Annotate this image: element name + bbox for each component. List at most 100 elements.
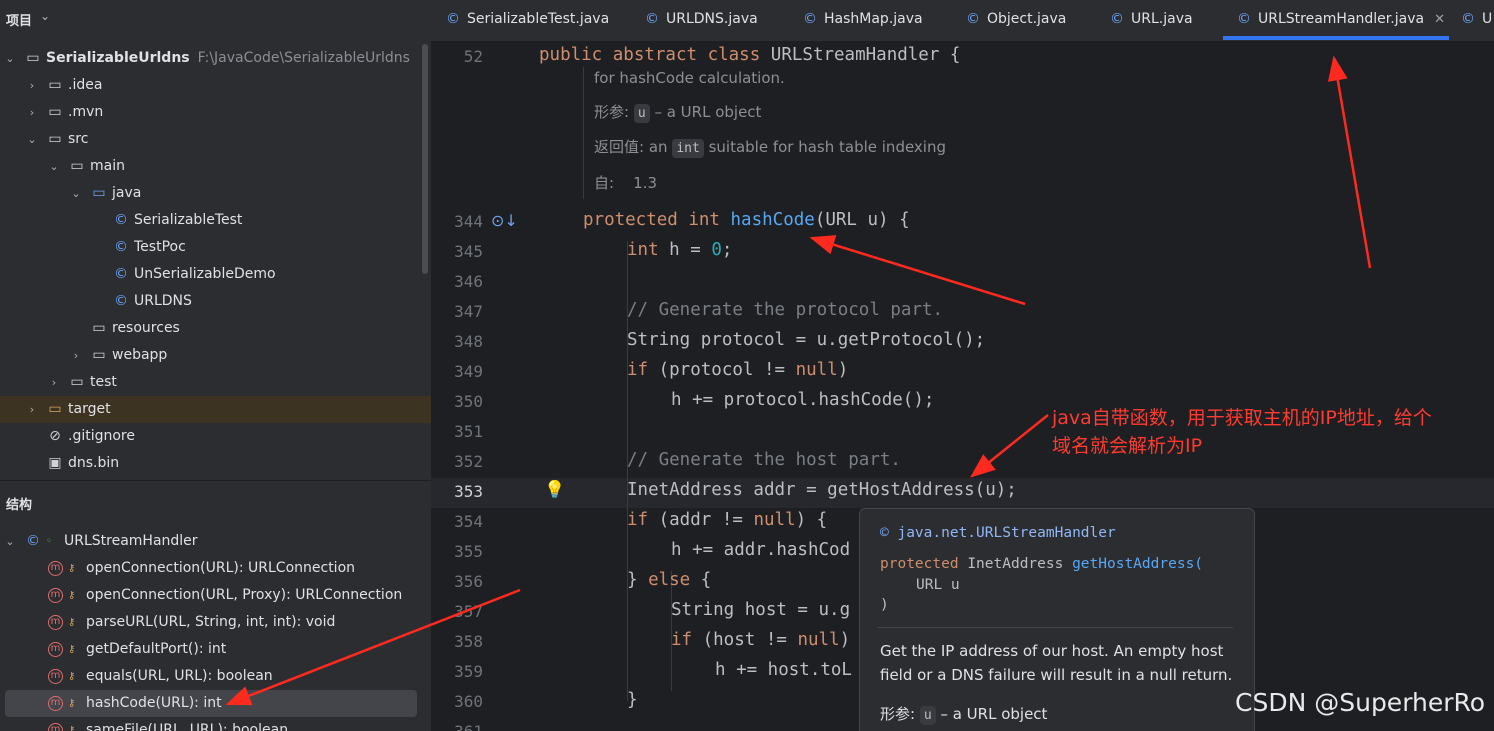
chevron-down-icon[interactable]: ⌄ <box>4 45 16 72</box>
method-icon: m <box>48 642 63 657</box>
structure-member-selected[interactable]: m ⚷ hashCode(URL): int <box>0 690 420 717</box>
class-icon: © <box>966 11 980 27</box>
tree-item-testpoc[interactable]: © TestPoc <box>0 234 420 261</box>
line-number: 355 <box>454 542 483 561</box>
popup-sig-type: InetAddress <box>967 556 1064 572</box>
popup-sig-param: URL u <box>916 577 960 593</box>
folder-icon: ▭ <box>26 50 40 66</box>
tree-item-label: .gitignore <box>68 428 135 444</box>
project-header[interactable]: 项目 ⌄ <box>0 0 431 38</box>
structure-root[interactable]: ⌄ © ◦ URLStreamHandler <box>0 528 420 555</box>
structure-member[interactable]: m ⚷ getDefaultPort(): int <box>0 636 420 663</box>
tree-item-idea[interactable]: › ▭ .idea <box>0 72 420 99</box>
code-editor[interactable]: 52 public abstract class URLStreamHandle… <box>431 41 1494 731</box>
chevron-right-icon[interactable]: › <box>26 396 38 423</box>
tree-item-dnsbin[interactable]: ▣ dns.bin <box>0 450 420 477</box>
tree-item-unserializabledemo[interactable]: © UnSerializableDemo <box>0 261 420 288</box>
method-icon: m <box>48 723 63 731</box>
tab-serializabletest[interactable]: © SerializableTest.java <box>446 0 609 38</box>
tree-item-label: test <box>90 374 117 390</box>
tab-urldns[interactable]: © URLDNS.java <box>645 0 758 38</box>
class-icon: © <box>114 212 128 228</box>
chevron-down-icon[interactable]: ⌄ <box>48 153 60 180</box>
chevron-right-icon[interactable]: › <box>48 369 60 396</box>
class-icon: © <box>803 11 817 27</box>
class-icon: © <box>1461 11 1475 27</box>
doc-return-desc: suitable for hash table indexing <box>708 138 946 156</box>
code-line-353: InetAddress addr = getHostAddress(u); <box>627 480 1017 500</box>
key-icon: ⚷ <box>68 644 76 655</box>
tree-item-urldns[interactable]: © URLDNS <box>0 288 420 315</box>
code-line-356: } else { <box>627 570 712 590</box>
structure-member-label: openConnection(URL): URLConnection <box>86 560 356 576</box>
structure-member[interactable]: m ⚷ sameFile(URL, URL): boolean <box>0 717 420 731</box>
tree-item-gitignore[interactable]: ⊘ .gitignore <box>0 423 420 450</box>
tab-label: URLDNS.java <box>666 11 758 27</box>
popup-divider <box>878 627 1233 628</box>
class-icon: © <box>446 11 460 27</box>
code-line-347: // Generate the protocol part. <box>627 300 944 320</box>
tree-item-label: java <box>112 185 142 201</box>
project-scrollbar[interactable] <box>422 44 428 274</box>
tree-item-resources[interactable]: ▭ resources <box>0 315 420 342</box>
tab-hashmap[interactable]: © HashMap.java <box>803 0 923 38</box>
tree-item-java[interactable]: ⌄ ▭ java <box>0 180 420 207</box>
tree-item-serializabletest[interactable]: © SerializableTest <box>0 207 420 234</box>
tab-label: URL.java <box>1131 11 1193 27</box>
tree-item-webapp[interactable]: › ▭ webapp <box>0 342 420 369</box>
key-icon: ⚷ <box>68 617 76 628</box>
code-line-348: String protocol = u.getProtocol(); <box>627 330 986 350</box>
panel-divider <box>0 480 431 481</box>
structure-member-label: equals(URL, URL): boolean <box>86 668 273 684</box>
override-icon[interactable]: ⊙↓ <box>491 211 518 230</box>
popup-sig-modifier: protected <box>880 556 959 572</box>
popup-param-label: 形参: <box>880 705 916 723</box>
tree-item-test[interactable]: › ▭ test <box>0 369 420 396</box>
chevron-down-icon[interactable]: ⌄ <box>40 9 50 23</box>
code-line-358: if (host != null) <box>671 630 851 650</box>
chevron-down-icon[interactable]: ⌄ <box>4 528 16 555</box>
tab-overflow[interactable]: © U <box>1461 0 1492 38</box>
structure-member[interactable]: m ⚷ equals(URL, URL): boolean <box>0 663 420 690</box>
project-panel: 项目 ⌄ ⌄ ▭ SerializableUrldns F:\JavaCode\S… <box>0 0 431 731</box>
class-icon: © <box>645 11 659 27</box>
code-line-345: int h = 0; <box>627 240 733 260</box>
popup-param-row: 形参: u – a URL object <box>880 703 1047 725</box>
key-icon: ⚷ <box>68 563 76 574</box>
chevron-right-icon[interactable]: › <box>26 99 38 126</box>
tree-item-target[interactable]: › ▭ target <box>0 396 431 423</box>
lightbulb-icon[interactable]: 💡 <box>544 480 565 500</box>
chevron-right-icon[interactable]: › <box>70 342 82 369</box>
line-number: 344 <box>454 212 483 231</box>
popup-sig-close: ) <box>880 597 889 613</box>
close-icon[interactable]: ✕ <box>1434 12 1445 27</box>
quick-doc-popup[interactable]: © java.net.URLStreamHandler protected In… <box>859 508 1255 731</box>
tree-item-root[interactable]: ⌄ ▭ SerializableUrldns F:\JavaCode\Serial… <box>0 45 420 72</box>
structure-member[interactable]: m ⚷ openConnection(URL, Proxy): URLConne… <box>0 582 420 609</box>
annotation-text: java自带函数，用于获取主机的IP地址，给个 域名就会解析为IP <box>1052 404 1432 460</box>
file-icon: ▣ <box>48 455 62 471</box>
line-number: 347 <box>454 302 483 321</box>
tree-item-main[interactable]: ⌄ ▭ main <box>0 153 420 180</box>
structure-member[interactable]: m ⚷ parseURL(URL, String, int, int): voi… <box>0 609 420 636</box>
folder-icon: ▭ <box>70 158 84 174</box>
doc-param-desc: – a URL object <box>654 103 762 121</box>
structure-member-label: hashCode(URL): int <box>86 695 222 711</box>
tree-item-mvn[interactable]: › ▭ .mvn <box>0 99 420 126</box>
code-line-349: if (protocol != null) <box>627 360 849 380</box>
key-icon: ⚷ <box>68 725 76 731</box>
tab-url[interactable]: © URL.java <box>1110 0 1193 38</box>
structure-title: 结构 <box>6 498 33 513</box>
chevron-down-icon[interactable]: ⌄ <box>70 180 82 207</box>
chevron-down-icon[interactable]: ⌄ <box>26 126 38 153</box>
rendered-javadoc: for hashCode calculation. 形参: u – a URL … <box>583 67 1084 199</box>
structure-member-label: openConnection(URL, Proxy): URLConnectio… <box>86 587 403 603</box>
line-number: 352 <box>454 452 483 471</box>
structure-member[interactable]: m ⚷ openConnection(URL): URLConnection <box>0 555 420 582</box>
popup-class-row: © java.net.URLStreamHandler <box>880 525 1116 541</box>
tree-item-src[interactable]: ⌄ ▭ src <box>0 126 420 153</box>
chevron-right-icon[interactable]: › <box>26 72 38 99</box>
tab-urlstreamhandler[interactable]: © URLStreamHandler.java ✕ <box>1237 0 1445 38</box>
line-number: 353 <box>454 482 483 501</box>
tab-object[interactable]: © Object.java <box>966 0 1066 38</box>
